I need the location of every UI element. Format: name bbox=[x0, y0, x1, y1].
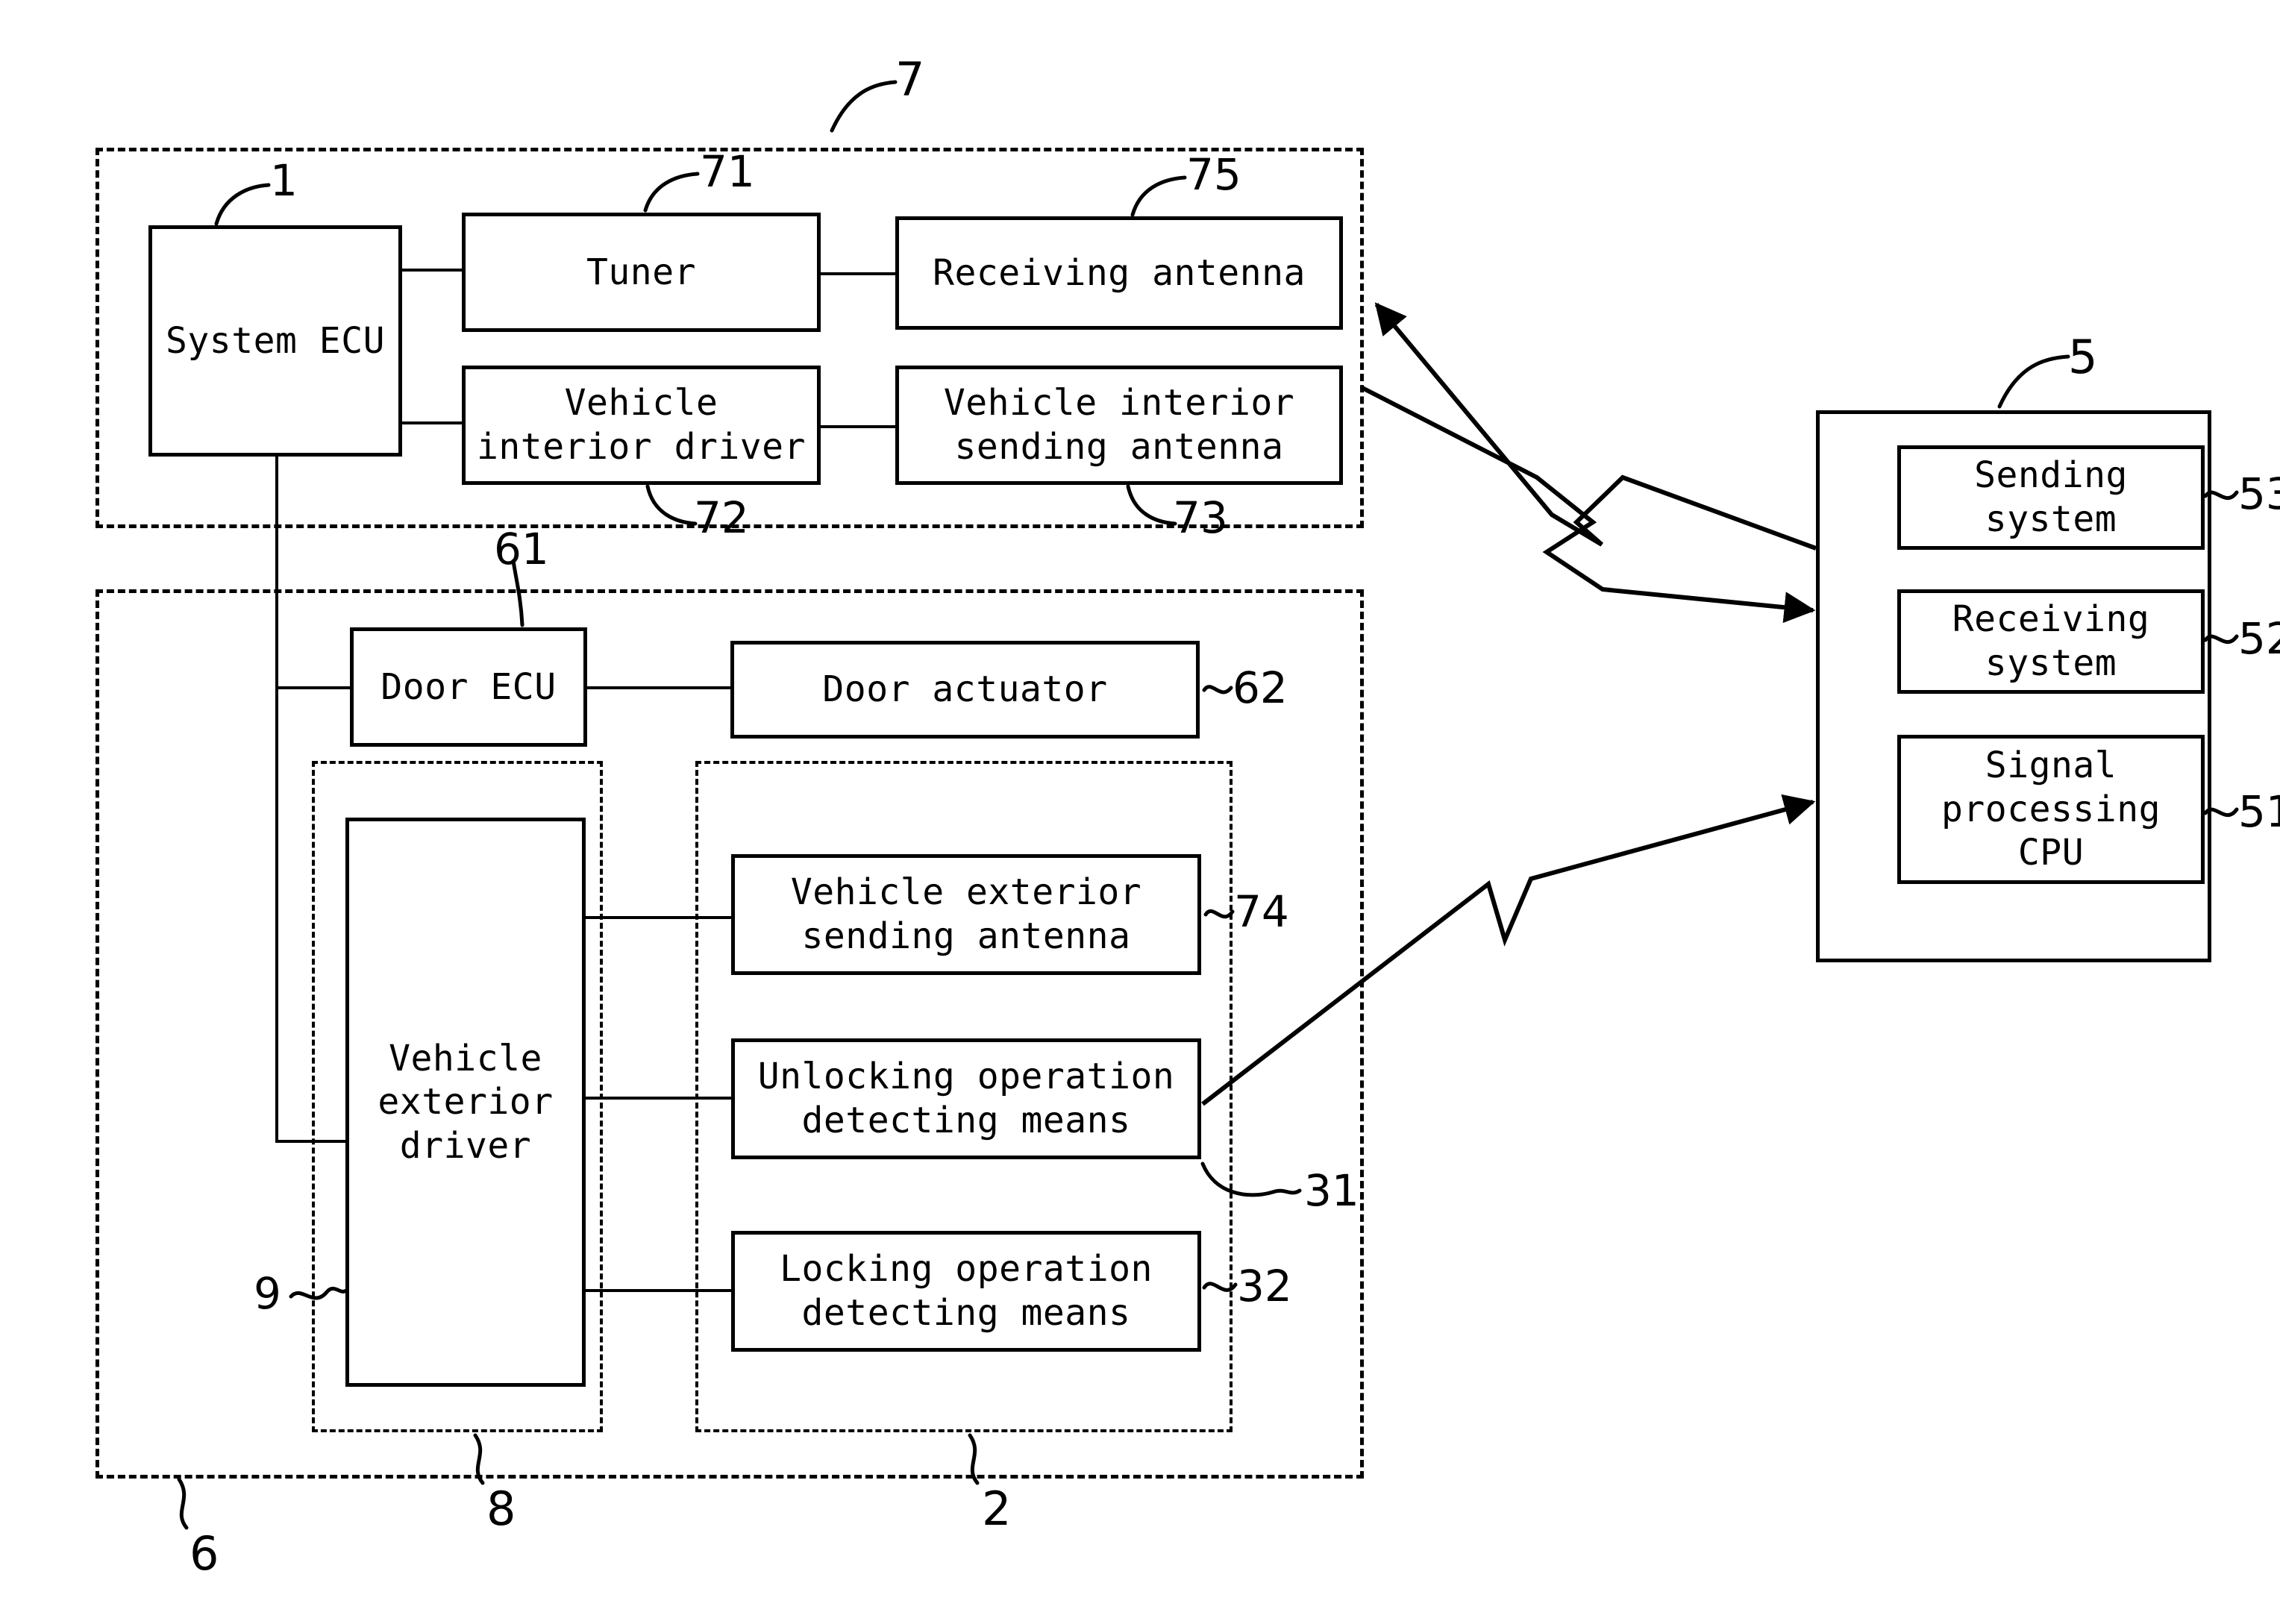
block-vehicle-interior-driver[interactable]: Vehicle interior driver bbox=[462, 366, 821, 485]
ref-9: 9 bbox=[254, 1268, 281, 1319]
ref-2: 2 bbox=[982, 1482, 1012, 1536]
block-unlocking-detector-label: Unlocking operation detecting means bbox=[757, 1056, 1175, 1141]
ref-7: 7 bbox=[895, 52, 925, 107]
block-locking-operation-detecting-means[interactable]: Locking operation detecting means bbox=[731, 1231, 1201, 1352]
ref-8: 8 bbox=[486, 1482, 516, 1536]
rf-arrow-to-receiving-system bbox=[1361, 386, 1816, 624]
ref-71: 71 bbox=[700, 146, 755, 197]
block-vehicle-exterior-driver[interactable]: Vehicle exterior driver bbox=[345, 818, 586, 1387]
block-door-ecu[interactable]: Door ECU bbox=[350, 627, 587, 747]
ref-74: 74 bbox=[1234, 886, 1289, 937]
block-vehicle-exterior-sending-antenna-label: Vehicle exterior sending antenna bbox=[790, 871, 1142, 957]
figure-canvas: System ECU Tuner Receiving antenna Vehic… bbox=[0, 0, 2280, 1624]
block-vehicle-interior-driver-label: Vehicle interior driver bbox=[477, 382, 806, 468]
wire-ecu-interior-driver bbox=[402, 421, 462, 424]
ref-62: 62 bbox=[1233, 662, 1288, 713]
block-vehicle-interior-sending-antenna[interactable]: Vehicle interior sending antenna bbox=[895, 366, 1343, 485]
ref-31: 31 bbox=[1304, 1165, 1359, 1216]
ref-32: 32 bbox=[1237, 1261, 1292, 1311]
ref-72: 72 bbox=[694, 492, 749, 543]
wire-bus-door-ecu bbox=[275, 686, 350, 689]
ref-52: 52 bbox=[2238, 613, 2280, 664]
block-signal-processing-cpu[interactable]: Signal processing CPU bbox=[1897, 735, 2205, 884]
block-sending-system[interactable]: Sending system bbox=[1897, 445, 2205, 550]
block-signal-processing-cpu-label: Signal processing CPU bbox=[1941, 744, 2161, 874]
block-receiving-antenna-label: Receiving antenna bbox=[933, 251, 1306, 294]
leader-7 bbox=[830, 80, 898, 133]
wire-interior-driver-antenna bbox=[821, 425, 895, 428]
block-door-ecu-label: Door ECU bbox=[380, 665, 557, 708]
wire-exterior-driver-ext-antenna bbox=[586, 916, 731, 919]
wire-tuner-recv-antenna bbox=[821, 272, 895, 275]
block-door-actuator[interactable]: Door actuator bbox=[730, 641, 1200, 739]
block-system-ecu-label: System ECU bbox=[166, 319, 385, 362]
wire-door-ecu-actuator bbox=[587, 686, 730, 689]
block-system-ecu[interactable]: System ECU bbox=[148, 225, 402, 457]
block-sending-system-label: Sending system bbox=[1974, 454, 2128, 540]
block-receiving-system-label: Receiving system bbox=[1952, 598, 2150, 684]
wire-bus-exterior-driver bbox=[275, 1140, 351, 1143]
wire-ecu-tuner bbox=[402, 269, 462, 272]
block-vehicle-exterior-driver-label: Vehicle exterior driver bbox=[378, 1037, 554, 1167]
block-locking-detector-label: Locking operation detecting means bbox=[780, 1248, 1153, 1334]
block-tuner[interactable]: Tuner bbox=[462, 213, 821, 332]
ref-61: 61 bbox=[494, 524, 549, 574]
leader-6 bbox=[177, 1477, 189, 1530]
leader-5 bbox=[1997, 354, 2070, 409]
block-door-actuator-label: Door actuator bbox=[822, 668, 1108, 711]
ref-6: 6 bbox=[190, 1526, 219, 1581]
block-vehicle-interior-sending-antenna-label: Vehicle interior sending antenna bbox=[943, 382, 1295, 468]
rf-arrow-to-receiving-antenna bbox=[1374, 302, 1817, 551]
ref-1: 1 bbox=[270, 155, 298, 206]
block-tuner-label: Tuner bbox=[586, 251, 696, 293]
wire-ecu-bus-vertical bbox=[275, 455, 278, 1141]
block-receiving-antenna[interactable]: Receiving antenna bbox=[895, 216, 1343, 330]
block-vehicle-exterior-sending-antenna[interactable]: Vehicle exterior sending antenna bbox=[731, 854, 1201, 975]
wire-exterior-driver-unlock bbox=[586, 1097, 731, 1100]
ref-51: 51 bbox=[2238, 786, 2280, 837]
ref-5: 5 bbox=[2068, 330, 2098, 384]
ref-53: 53 bbox=[2238, 468, 2280, 519]
ref-75: 75 bbox=[1186, 149, 1241, 200]
block-unlocking-operation-detecting-means[interactable]: Unlocking operation detecting means bbox=[731, 1038, 1201, 1159]
block-receiving-system[interactable]: Receiving system bbox=[1897, 589, 2205, 694]
ref-73: 73 bbox=[1173, 492, 1228, 543]
wire-exterior-driver-lock bbox=[586, 1289, 731, 1292]
